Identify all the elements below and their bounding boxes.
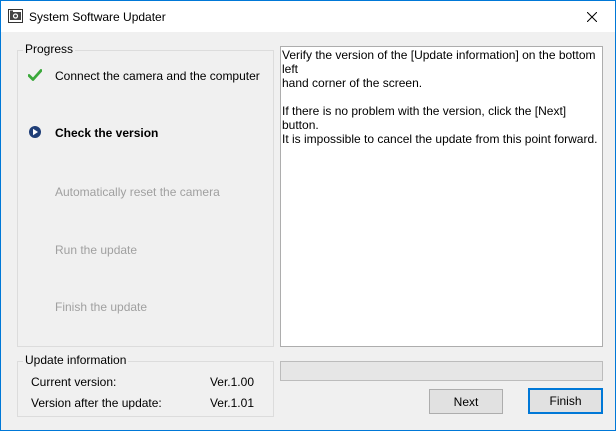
message-line: If there is no problem with the version,… [282,104,567,132]
update-progress-bar [280,361,603,381]
close-button[interactable] [569,1,615,32]
app-icon [8,9,23,23]
message-line: It is impossible to cancel the update fr… [282,132,598,146]
step-finish-update: Finish the update [55,300,148,314]
close-icon [587,11,597,22]
step-connect: Connect the camera and the computer [55,69,260,83]
check-icon [28,69,42,81]
update-info-label: Update information [23,353,129,367]
after-version-value: Ver.1.01 [209,396,254,410]
step-check-version: Check the version [55,126,159,140]
current-step-icon [29,126,41,138]
message-line: Verify the version of the [Update inform… [282,48,596,76]
window-title: System Software Updater [29,10,166,24]
progress-group-label: Progress [23,42,76,56]
after-version-label: Version after the update: [31,396,162,410]
next-button[interactable]: Next [429,389,503,414]
current-version-value: Ver.1.00 [209,375,254,389]
title-bar[interactable]: System Software Updater [1,1,615,32]
message-line: hand corner of the screen. [282,76,423,90]
message-text-area[interactable]: Verify the version of the [Update inform… [280,46,603,347]
step-reset-camera: Automatically reset the camera [55,185,220,199]
step-run-update: Run the update [55,243,138,257]
finish-button[interactable]: Finish [528,388,603,414]
updater-window: System Software Updater Progress Connect… [0,0,616,431]
current-version-label: Current version: [31,375,117,389]
